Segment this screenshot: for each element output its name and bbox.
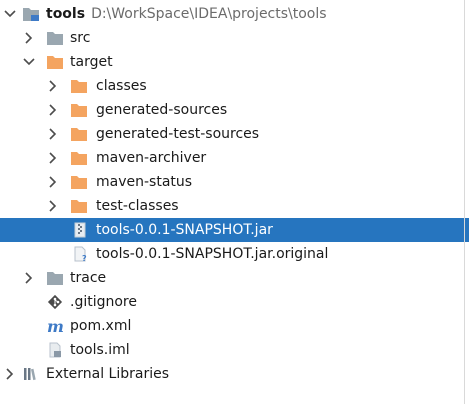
tree-row-classes[interactable]: classes xyxy=(0,74,469,98)
chevron-right-icon[interactable] xyxy=(46,170,60,194)
tree-item-label: tools-0.0.1-SNAPSHOT.jar.original xyxy=(96,246,329,262)
chevron-right-icon[interactable] xyxy=(46,122,60,146)
tree-row-src[interactable]: src xyxy=(0,26,469,50)
tree-row-generated-sources[interactable]: generated-sources xyxy=(0,98,469,122)
tree-row-maven-archiver[interactable]: maven-archiver xyxy=(0,146,469,170)
tree-row-generated-test-sources[interactable]: generated-test-sources xyxy=(0,122,469,146)
tree-item-label: generated-sources xyxy=(96,102,228,118)
tree-item-label: pom.xml xyxy=(70,318,132,334)
folder-icon xyxy=(70,174,88,190)
chevron-right-icon[interactable] xyxy=(46,74,60,98)
tree-item-label: test-classes xyxy=(96,198,179,214)
tree-row-tools-iml[interactable]: tools.iml xyxy=(0,338,469,362)
chevron-right-icon[interactable] xyxy=(46,194,60,218)
root-path: D:\WorkSpace\IDEA\projects\tools xyxy=(91,6,327,22)
tree-row-target[interactable]: target xyxy=(0,50,469,74)
chevron-down-icon[interactable] xyxy=(3,2,17,26)
tree-row-gitignore[interactable]: .gitignore xyxy=(0,290,469,314)
folder-icon xyxy=(70,198,88,214)
chevron-right-icon[interactable] xyxy=(22,266,36,290)
tree-item-label: .gitignore xyxy=(70,294,137,310)
tree-item-label: tools.iml xyxy=(70,342,130,358)
git-icon xyxy=(47,294,65,310)
folder-icon xyxy=(46,270,64,286)
jar-icon xyxy=(72,222,90,238)
tree-item-label: src xyxy=(70,30,91,46)
tree-row-test-classes[interactable]: test-classes xyxy=(0,194,469,218)
root-name: tools xyxy=(46,6,86,22)
tree-item-label: tools-0.0.1-SNAPSHOT.jar xyxy=(96,222,273,238)
libraries-icon xyxy=(22,366,40,382)
project-tree: tools D:\WorkSpace\IDEA\projects\tools sr… xyxy=(0,0,469,404)
unknown-file-icon: ? xyxy=(72,246,90,263)
maven-icon: m xyxy=(47,317,65,336)
tree-item-label: generated-test-sources xyxy=(96,126,260,142)
tree-item-label: target xyxy=(70,54,113,70)
tree-row-trace[interactable]: trace xyxy=(0,266,469,290)
tree-row-external-libraries[interactable]: External Libraries xyxy=(0,362,469,386)
svg-text:?: ? xyxy=(82,254,87,262)
tree-item-label: maven-archiver xyxy=(96,150,207,166)
chevron-right-icon[interactable] xyxy=(46,98,60,122)
chevron-right-icon[interactable] xyxy=(22,26,36,50)
tree-row-maven-status[interactable]: maven-status xyxy=(0,170,469,194)
svg-text:m: m xyxy=(47,318,64,334)
chevron-down-icon[interactable] xyxy=(22,50,36,74)
folder-icon xyxy=(70,102,88,118)
tree-row-root[interactable]: tools D:\WorkSpace\IDEA\projects\tools xyxy=(0,2,469,26)
tree-row-snapshot-jar[interactable]: tools-0.0.1-SNAPSHOT.jar xyxy=(0,218,469,242)
panel-divider xyxy=(464,0,465,404)
chevron-right-icon[interactable] xyxy=(3,362,17,386)
iml-icon xyxy=(48,342,66,358)
chevron-right-icon[interactable] xyxy=(46,146,60,170)
tree-item-label: External Libraries xyxy=(46,366,169,382)
module-folder-icon xyxy=(22,6,40,22)
folder-icon xyxy=(70,78,88,94)
folder-icon xyxy=(70,150,88,166)
tree-item-label: trace xyxy=(70,270,107,286)
folder-icon xyxy=(46,54,64,70)
tree-row-pom-xml[interactable]: m pom.xml xyxy=(0,314,469,338)
tree-row-snapshot-jar-original[interactable]: ? tools-0.0.1-SNAPSHOT.jar.original xyxy=(0,242,469,266)
folder-icon xyxy=(70,126,88,142)
tree-item-label: classes xyxy=(96,78,147,94)
tree-item-label: maven-status xyxy=(96,174,193,190)
folder-icon xyxy=(46,30,64,46)
